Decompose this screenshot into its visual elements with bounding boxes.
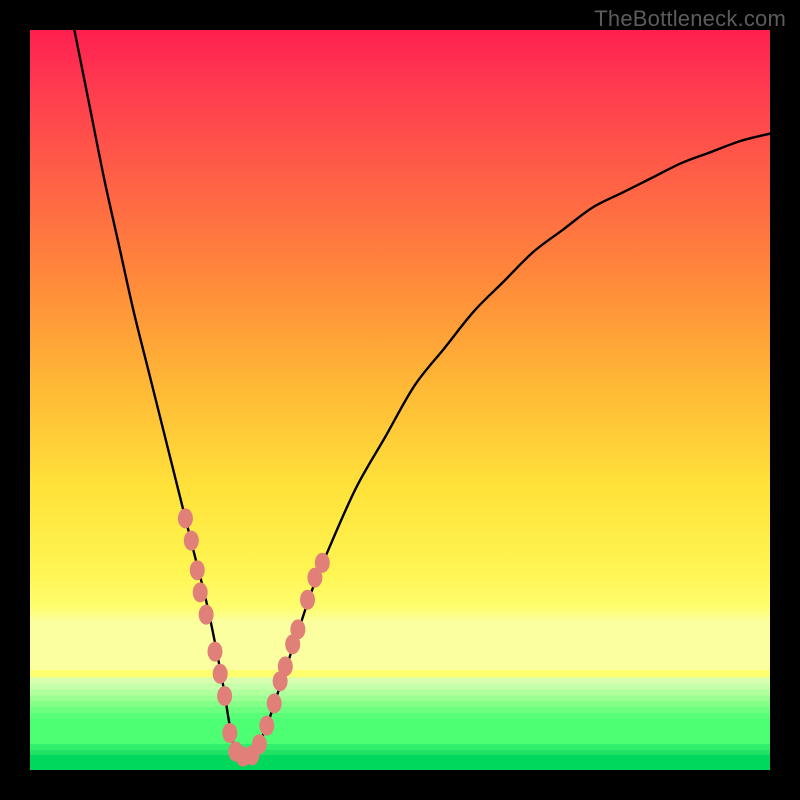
data-marker <box>267 693 282 713</box>
data-marker <box>290 619 305 639</box>
data-marker <box>217 686 232 706</box>
data-marker <box>259 716 274 736</box>
bottleneck-curve <box>74 30 770 759</box>
watermark-text: TheBottleneck.com <box>594 6 786 32</box>
data-marker <box>184 531 199 551</box>
data-marker <box>193 582 208 602</box>
data-marker <box>178 508 193 528</box>
data-marker <box>278 656 293 676</box>
data-marker <box>252 734 267 754</box>
data-marker <box>315 553 330 573</box>
marker-layer <box>178 508 330 766</box>
data-marker <box>300 590 315 610</box>
data-marker <box>208 642 223 662</box>
data-marker <box>213 664 228 684</box>
data-marker <box>222 723 237 743</box>
plot-area <box>30 30 770 770</box>
data-marker <box>199 605 214 625</box>
data-marker <box>190 560 205 580</box>
chart-frame: TheBottleneck.com <box>0 0 800 800</box>
curve-svg <box>30 30 770 770</box>
